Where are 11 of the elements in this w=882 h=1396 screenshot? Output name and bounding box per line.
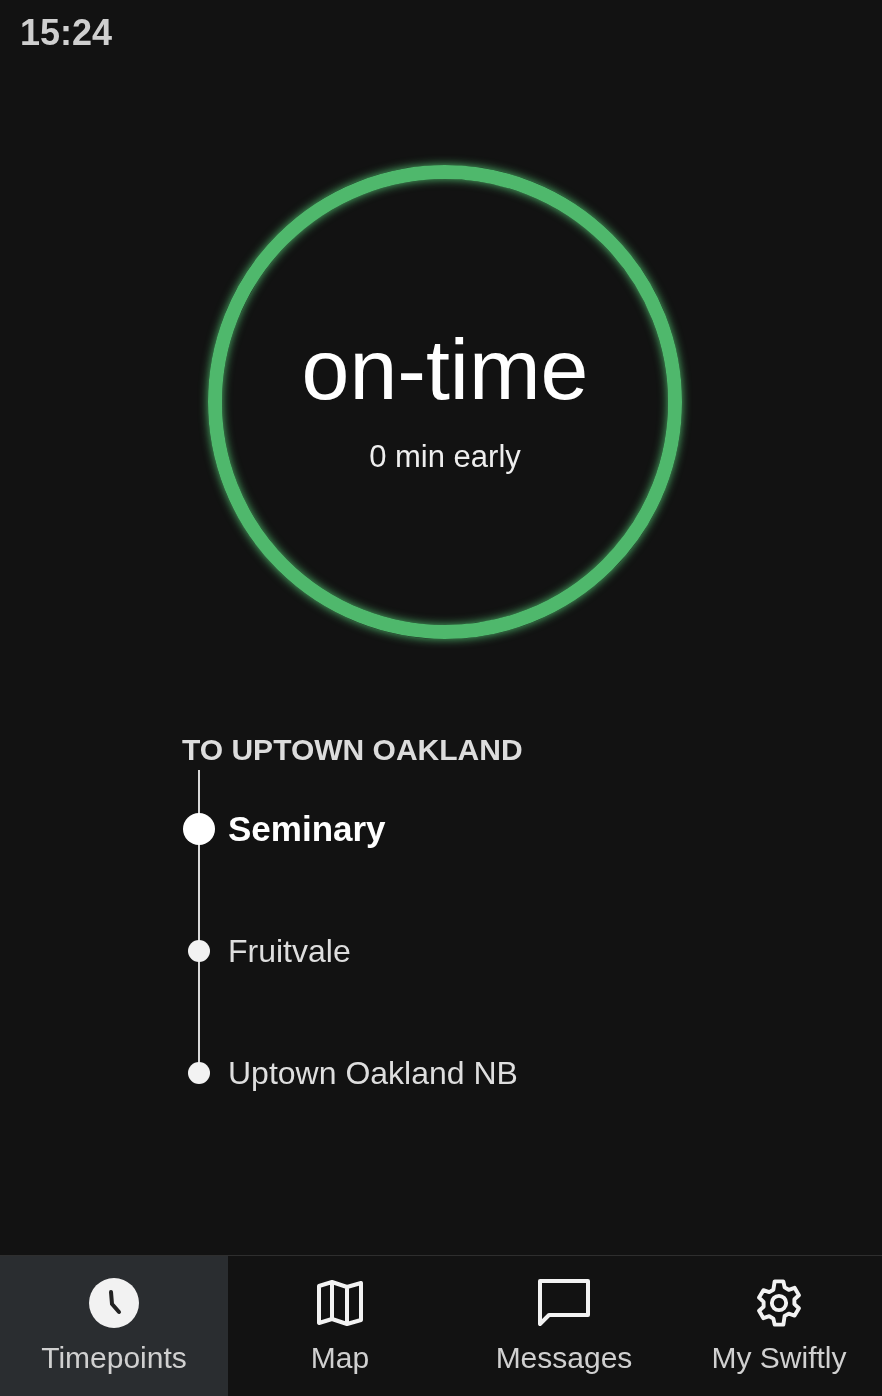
message-icon (536, 1277, 592, 1329)
clock-icon (88, 1277, 140, 1329)
stop-name: Uptown Oakland NB (228, 1054, 518, 1092)
nav-tab[interactable]: Timepoints (0, 1256, 228, 1396)
route-heading: TO UPTOWN OAKLAND (181, 732, 523, 768)
status-title: on-time (301, 320, 589, 419)
stop-name: Seminary (228, 809, 386, 849)
status-detail: 0 min early (369, 439, 521, 475)
status-time: 15:24 (20, 12, 113, 54)
map-icon (314, 1277, 366, 1329)
stop-name: Fruitvale (228, 932, 351, 970)
